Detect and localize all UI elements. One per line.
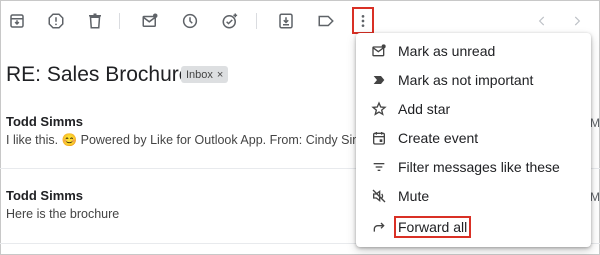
menu-item-label: Add star — [398, 101, 451, 117]
message-date-cutoff: M — [590, 190, 600, 204]
filter-icon — [370, 158, 388, 176]
menu-item-add-star[interactable]: Add star — [356, 95, 591, 123]
message-sender: Todd Simms — [6, 188, 84, 203]
mark-unread-icon — [370, 42, 388, 60]
message-item[interactable]: Todd Simms I like this. 😊 Powered by Lik… — [6, 114, 386, 148]
mute-icon — [370, 187, 388, 205]
archive-icon[interactable] — [6, 10, 28, 32]
menu-item-label: Mark as unread — [398, 43, 496, 59]
menu-item-label: Forward all — [394, 216, 472, 238]
message-item[interactable]: Todd Simms Here is the brochure — [6, 188, 386, 221]
inbox-label-chip[interactable]: Inbox × — [181, 66, 229, 83]
not-important-icon — [370, 71, 388, 89]
message-sender: Todd Simms — [6, 114, 84, 129]
toolbar-separator — [256, 13, 257, 29]
toolbar-separator — [119, 13, 120, 29]
next-icon[interactable] — [568, 12, 586, 30]
snooze-icon[interactable] — [179, 10, 201, 32]
report-spam-icon[interactable] — [45, 10, 67, 32]
star-icon — [370, 100, 388, 118]
message-snippet: I like this. 😊 Powered by Like for Outlo… — [6, 133, 374, 147]
move-to-icon[interactable] — [275, 10, 297, 32]
previous-icon[interactable] — [533, 12, 551, 30]
forward-icon — [370, 218, 388, 236]
menu-item-label: Filter messages like these — [398, 159, 560, 175]
message-snippet: Here is the brochure — [6, 207, 120, 221]
message-date-cutoff: M — [590, 116, 600, 130]
add-task-icon[interactable] — [219, 10, 241, 32]
menu-item-mark-as-unread[interactable]: Mark as unread — [356, 37, 591, 65]
more-options-icon — [361, 14, 365, 27]
menu-item-label: Create event — [398, 130, 479, 146]
menu-item-filter-messages[interactable]: Filter messages like these — [356, 153, 591, 181]
more-options-button[interactable] — [352, 7, 374, 34]
menu-item-create-event[interactable]: Create event — [356, 124, 591, 152]
menu-item-label: Mute — [398, 188, 430, 204]
mark-unread-icon[interactable] — [139, 10, 161, 32]
calendar-icon — [370, 129, 388, 147]
delete-icon[interactable] — [84, 10, 106, 32]
menu-item-label: Mark as not important — [398, 72, 534, 88]
menu-item-forward-all[interactable]: Forward all — [356, 213, 591, 241]
label-icon[interactable] — [315, 10, 337, 32]
label-chip-text: Inbox — [186, 68, 213, 81]
email-subject: RE: Sales Brochure — [6, 63, 191, 86]
more-options-menu: Mark as unread Mark as not important Add… — [356, 33, 591, 247]
remove-label-icon[interactable]: × — [217, 69, 223, 81]
menu-item-mark-not-important[interactable]: Mark as not important — [356, 66, 591, 94]
menu-item-mute[interactable]: Mute — [356, 182, 591, 210]
